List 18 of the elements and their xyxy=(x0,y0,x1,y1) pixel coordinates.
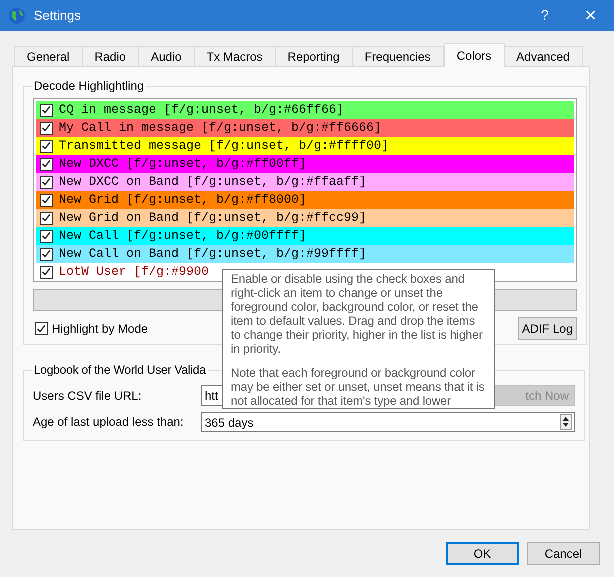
item-label: CQ in message [f/g:unset, b/g:#66ff66] xyxy=(59,102,344,119)
field-label: Age of last upload less than: xyxy=(33,414,185,431)
tooltip-text: Note that each foreground or background color may be either set or unset, unset means that it is not allocated for that item's type and lower xyxy=(231,366,486,408)
item-label: LotW User [f/g:#9900 xyxy=(59,264,210,281)
item-label: New Grid on Band [f/g:unset, b/g:#ffcc99] xyxy=(59,210,367,227)
window-title: Settings xyxy=(34,6,81,25)
tooltip-text: Enable or disable using the check boxes and right-click an item to change or unset the foreground color, background color, or reset the item to default values. Drag and drop the items to change their priority, higher in the list is higher in priority. xyxy=(231,272,484,356)
item-label: My Call in message [f/g:unset, b/g:#ff6666] xyxy=(59,120,382,137)
item-label: New Grid [f/g:unset, b/g:#ff8000] xyxy=(59,192,307,209)
item-label: New Call [f/g:unset, b/g:#00ffff] xyxy=(59,228,307,245)
item-label: Transmitted message [f/g:unset, b/g:#ffff00] xyxy=(59,138,390,155)
group-title: Decode Highlightling xyxy=(33,78,146,95)
item-label: New Call on Band [f/g:unset, b/g:#99ffff] xyxy=(59,246,367,263)
checkbox-label: Highlight by Mode xyxy=(52,320,148,338)
field-label: Users CSV file URL: xyxy=(33,388,143,404)
group-title: Logbook of the World User Valida xyxy=(33,362,208,379)
item-label: New DXCC on Band [f/g:unset, b/g:#ffaaff] xyxy=(59,174,367,191)
item-label: New DXCC [f/g:unset, b/g:#ff00ff] xyxy=(59,156,307,173)
